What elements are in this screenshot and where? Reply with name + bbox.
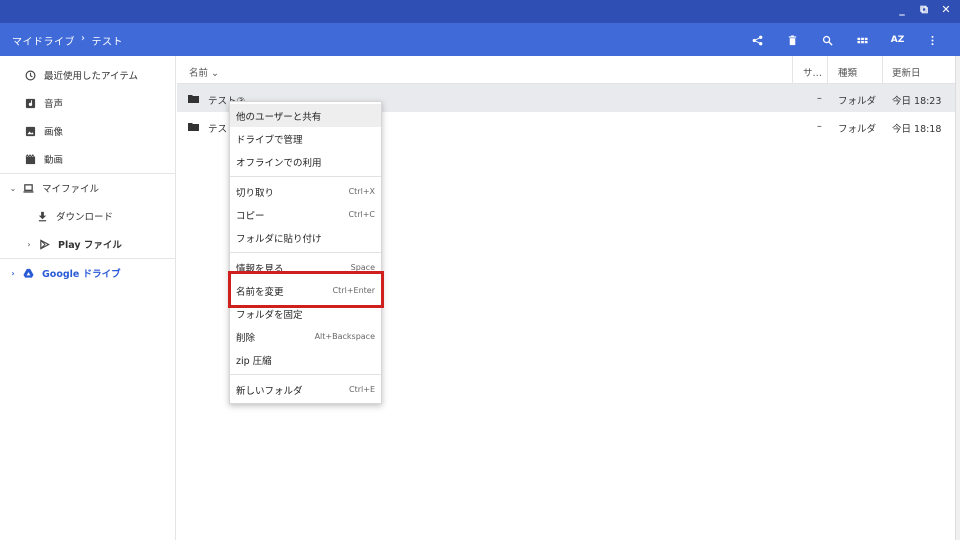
expand-chevron-icon[interactable]: ⌄ — [8, 184, 18, 193]
file-modified: 今日 18:18 — [892, 124, 942, 135]
drive-icon — [22, 267, 34, 279]
toolbar: AZ — [740, 31, 950, 49]
window-titlebar: _ ⧉ ✕ — [0, 0, 960, 23]
restore-button[interactable]: ⧉ — [918, 3, 930, 17]
image-icon — [24, 125, 36, 137]
column-divider — [827, 56, 828, 84]
file-list-header: 名前 ⌄ サ… 種類 更新日 — [177, 56, 955, 84]
file-modified: 今日 18:23 — [892, 96, 942, 107]
laptop-icon — [22, 182, 34, 194]
play-icon — [38, 238, 50, 250]
video-icon — [24, 153, 36, 165]
sidebar: 最近使用したアイテム 音声 画像 動画 ⌄ マイファイル ダウンロード › Pl… — [0, 56, 176, 540]
menu-item-copy[interactable]: コピー Ctrl+C — [230, 203, 381, 226]
file-size: – — [817, 93, 822, 104]
sidebar-item-audio[interactable]: 音声 — [0, 89, 175, 117]
breadcrumb-root[interactable]: マイドライブ — [12, 33, 75, 48]
sidebar-item-label: ダウンロード — [56, 212, 114, 223]
column-header-name[interactable]: 名前 ⌄ — [189, 65, 219, 79]
menu-item-pin-folder[interactable]: フォルダを固定 — [230, 302, 381, 325]
grid-view-button[interactable] — [845, 31, 880, 49]
context-menu: 他のユーザーと共有 ドライブで管理 オフラインでの利用 切り取り Ctrl+X コ… — [229, 101, 382, 404]
share-icon — [752, 35, 763, 45]
column-header-modified[interactable]: 更新日 — [892, 65, 921, 79]
expand-chevron-icon[interactable]: › — [24, 240, 34, 249]
more-menu-icon — [931, 35, 934, 45]
sidebar-item-images[interactable]: 画像 — [0, 117, 175, 145]
sidebar-item-my-files[interactable]: ⌄ マイファイル — [0, 174, 175, 202]
breadcrumb-separator: › — [81, 33, 86, 44]
minimize-button[interactable]: _ — [896, 3, 908, 17]
menu-item-cut[interactable]: 切り取り Ctrl+X — [230, 180, 381, 203]
sidebar-item-label: 画像 — [44, 127, 64, 138]
column-header-type[interactable]: 種類 — [838, 65, 857, 79]
file-type: フォルダ — [838, 124, 877, 135]
menu-item-new-folder[interactable]: 新しいフォルダ Ctrl+E — [230, 378, 381, 401]
window-controls: _ ⧉ ✕ — [896, 3, 952, 17]
sort-button[interactable]: AZ — [880, 31, 915, 49]
sidebar-item-label: 最近使用したアイテム — [44, 71, 139, 82]
menu-divider — [230, 252, 381, 253]
scrollbar[interactable] — [955, 56, 960, 540]
expand-chevron-icon[interactable]: › — [8, 269, 18, 278]
menu-item-zip[interactable]: zip 圧縮 — [230, 348, 381, 371]
sort-arrow-icon: ⌄ — [211, 68, 220, 79]
delete-icon — [788, 34, 797, 45]
audio-icon — [24, 97, 36, 109]
menu-divider — [230, 176, 381, 177]
sidebar-item-label: 音声 — [44, 99, 64, 110]
sidebar-item-play-files[interactable]: › Play ファイル — [0, 230, 175, 258]
menu-item-rename[interactable]: 名前を変更 Ctrl+Enter — [230, 279, 381, 302]
app-header: マイドライブ › テスト AZ — [0, 23, 960, 56]
grid-view-icon — [857, 37, 868, 43]
menu-item-share[interactable]: 他のユーザーと共有 — [230, 104, 381, 127]
file-size: – — [817, 121, 822, 132]
delete-button[interactable] — [775, 31, 810, 49]
share-button[interactable] — [740, 31, 775, 49]
file-type: フォルダ — [838, 96, 877, 107]
column-divider — [792, 56, 793, 84]
menu-item-offline[interactable]: オフラインでの利用 — [230, 150, 381, 173]
clock-icon — [24, 69, 36, 81]
menu-item-delete[interactable]: 削除 Alt+Backspace — [230, 325, 381, 348]
breadcrumb: マイドライブ › テスト — [12, 33, 123, 48]
search-icon — [822, 35, 833, 46]
folder-icon — [188, 122, 199, 131]
folder-icon — [188, 94, 199, 103]
breadcrumb-current[interactable]: テスト — [92, 33, 124, 48]
column-divider — [882, 56, 883, 84]
menu-item-get-info[interactable]: 情報を見る Space — [230, 256, 381, 279]
search-button[interactable] — [810, 31, 845, 49]
menu-item-paste-into-folder[interactable]: フォルダに貼り付け — [230, 226, 381, 249]
sidebar-item-label: Play ファイル — [58, 240, 122, 251]
sidebar-item-recent[interactable]: 最近使用したアイテム — [0, 61, 175, 89]
menu-divider — [230, 374, 381, 375]
close-button[interactable]: ✕ — [940, 3, 952, 17]
download-icon — [36, 210, 48, 222]
sidebar-item-videos[interactable]: 動画 — [0, 145, 175, 173]
sidebar-item-label: 動画 — [44, 155, 64, 166]
sidebar-item-downloads[interactable]: ダウンロード — [0, 202, 175, 230]
menu-item-manage-in-drive[interactable]: ドライブで管理 — [230, 127, 381, 150]
sidebar-item-label: Google ドライブ — [42, 269, 121, 280]
column-header-size[interactable]: サ… — [803, 65, 822, 79]
sidebar-item-label: マイファイル — [42, 184, 100, 195]
more-menu-button[interactable] — [915, 31, 950, 49]
sidebar-item-google-drive[interactable]: › Google ドライブ — [0, 259, 175, 287]
sort-icon: AZ — [890, 35, 905, 45]
